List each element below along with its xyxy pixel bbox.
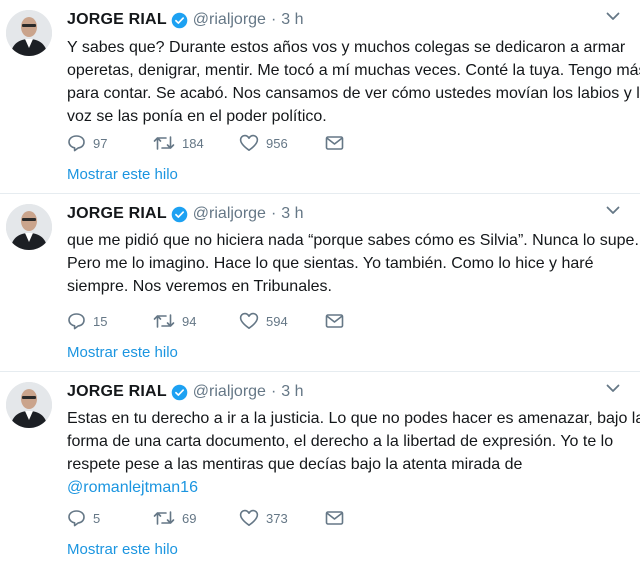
direct-message-icon <box>325 135 344 151</box>
direct-message-button[interactable] <box>325 510 344 526</box>
avatar-image <box>6 382 52 428</box>
reply-icon <box>67 134 86 152</box>
tweet[interactable]: JORGE RIAL @rialjorge · 3 h que me pidió… <box>0 194 640 372</box>
separator-dot: · <box>270 205 277 222</box>
tweet-text: que me pidió que no hiciera nada “porque… <box>67 229 639 298</box>
timestamp[interactable]: 3 h <box>281 11 303 29</box>
retweet-button[interactable]: 94 <box>153 312 239 330</box>
tweet-actions: 5 69 373 <box>67 508 344 528</box>
tweet-text-line: voz se las ponía en el poder político. <box>67 108 327 125</box>
show-thread-link[interactable]: Mostrar este hilo <box>67 166 178 183</box>
like-count: 373 <box>266 510 288 526</box>
reply-button[interactable]: 15 <box>67 312 153 330</box>
direct-message-button[interactable] <box>325 135 344 151</box>
avatar-image <box>6 10 52 56</box>
tweet[interactable]: JORGE RIAL @rialjorge · 3 h Y sabes que?… <box>0 0 640 194</box>
retweet-count: 94 <box>182 313 197 329</box>
tweet-text-line: que me pidió que no hiciera nada “porque… <box>67 232 639 249</box>
verified-badge-icon <box>171 206 188 223</box>
retweet-icon <box>153 134 175 152</box>
avatar-image <box>6 204 52 250</box>
reply-icon <box>67 312 86 330</box>
author-handle[interactable]: @rialjorge <box>193 11 266 29</box>
reply-icon <box>67 509 86 527</box>
retweet-count: 184 <box>182 135 204 151</box>
show-thread-link[interactable]: Mostrar este hilo <box>67 344 178 361</box>
tweet[interactable]: JORGE RIAL @rialjorge · 3 h Estas en tu … <box>0 372 640 567</box>
retweet-count: 69 <box>182 510 197 526</box>
like-button[interactable]: 373 <box>239 509 325 527</box>
like-icon <box>239 312 259 330</box>
tweet-text-line: para contar. Se acabó. Nos cansamos de v… <box>67 85 640 102</box>
author-handle[interactable]: @rialjorge <box>193 383 266 401</box>
tweet-text-line: Pero me lo imagino. Hace lo que sientas.… <box>67 255 594 272</box>
chevron-down-icon[interactable] <box>606 384 620 393</box>
tweet-text-line: Estas en tu derecho a ir a la justicia. … <box>67 410 640 427</box>
tweet-text-line: Y sabes que? Durante estos años vos y mu… <box>67 39 626 56</box>
reply-button[interactable]: 97 <box>67 134 153 152</box>
tweet-text-line: operetas, denigrar, mentir. Me tocó a mí… <box>67 62 640 79</box>
mention-link[interactable]: @romanlejtman16 <box>67 476 627 499</box>
direct-message-icon <box>325 313 344 329</box>
author-name[interactable]: JORGE RIAL <box>67 383 167 401</box>
tweet-text: Y sabes que? Durante estos años vos y mu… <box>67 36 640 128</box>
reply-count: 5 <box>93 510 101 526</box>
like-icon <box>239 509 259 527</box>
tweet-header: JORGE RIAL @rialjorge · 3 h <box>67 10 304 30</box>
reply-count: 97 <box>93 135 108 151</box>
like-button[interactable]: 594 <box>239 312 325 330</box>
like-button[interactable]: 956 <box>239 134 325 152</box>
avatar[interactable] <box>6 10 52 56</box>
verified-badge-icon <box>171 12 188 29</box>
verified-badge-icon <box>171 384 188 401</box>
tweet-text: Estas en tu derecho a ir a la justicia. … <box>67 407 640 499</box>
author-handle[interactable]: @rialjorge <box>193 205 266 223</box>
retweet-icon <box>153 312 175 330</box>
reply-count: 15 <box>93 313 108 329</box>
separator-dot: · <box>270 383 277 400</box>
avatar[interactable] <box>6 382 52 428</box>
tweet-actions: 15 94 594 <box>67 311 344 331</box>
direct-message-icon <box>325 510 344 526</box>
author-name[interactable]: JORGE RIAL <box>67 11 167 29</box>
tweet-actions: 97 184 956 <box>67 133 344 153</box>
tweet-text-line: siempre. Nos veremos en Tribunales. <box>67 278 332 295</box>
like-count: 956 <box>266 135 288 151</box>
separator-dot: · <box>270 11 277 28</box>
like-count: 594 <box>266 313 288 329</box>
tweet-header: JORGE RIAL @rialjorge · 3 h <box>67 382 304 402</box>
direct-message-button[interactable] <box>325 313 344 329</box>
timestamp[interactable]: 3 h <box>281 205 303 223</box>
chevron-down-icon[interactable] <box>606 206 620 215</box>
timestamp[interactable]: 3 h <box>281 383 303 401</box>
chevron-down-icon[interactable] <box>606 12 620 21</box>
reply-button[interactable]: 5 <box>67 509 153 527</box>
like-icon <box>239 134 259 152</box>
retweet-icon <box>153 509 175 527</box>
show-thread-link[interactable]: Mostrar este hilo <box>67 541 178 558</box>
author-name[interactable]: JORGE RIAL <box>67 205 167 223</box>
tweet-text-line: respete pese a las mentiras que decías b… <box>67 456 523 473</box>
tweet-header: JORGE RIAL @rialjorge · 3 h <box>67 204 304 224</box>
tweet-text-line: forma de una carta documento, el derecho… <box>67 433 614 450</box>
retweet-button[interactable]: 184 <box>153 134 239 152</box>
retweet-button[interactable]: 69 <box>153 509 239 527</box>
avatar[interactable] <box>6 204 52 250</box>
